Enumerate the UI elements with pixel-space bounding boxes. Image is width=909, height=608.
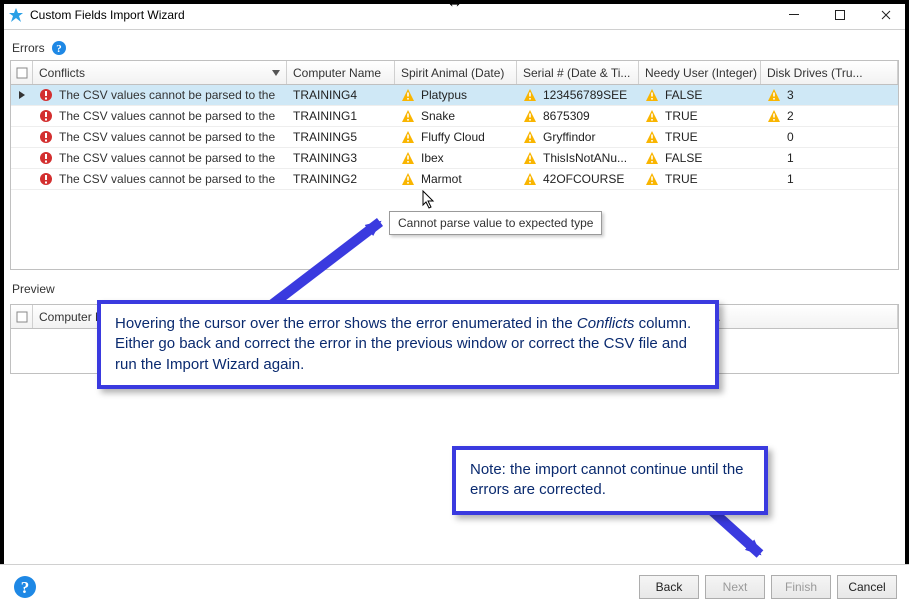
annotation-callout-2: Note: the import cannot continue until t… xyxy=(452,446,768,515)
errors-grid: Conflicts Computer Name Spirit Animal (D… xyxy=(10,60,899,270)
window-title: Custom Fields Import Wizard xyxy=(30,8,771,22)
table-row[interactable]: The CSV values cannot be parsed to theTR… xyxy=(11,127,898,148)
svg-text:?: ? xyxy=(56,43,62,55)
app-icon xyxy=(8,7,24,23)
close-button[interactable] xyxy=(863,0,909,30)
back-button[interactable]: Back xyxy=(639,575,699,599)
cell-needy: FALSE xyxy=(639,88,761,102)
cell-serial: 42OFCOURSE xyxy=(517,172,639,186)
column-header-disk[interactable]: Disk Drives (Tru... xyxy=(761,61,898,84)
cell-computer: TRAINING4 xyxy=(287,88,395,102)
maximize-button[interactable] xyxy=(817,0,863,30)
cell-spirit: Platypus xyxy=(395,88,517,102)
cell-spirit: Fluffy Cloud xyxy=(395,130,517,144)
cell-disk: 1 xyxy=(761,172,898,186)
minimize-button[interactable] xyxy=(771,0,817,30)
cell-needy: FALSE xyxy=(639,151,761,165)
row-selector-header[interactable] xyxy=(11,61,33,84)
annotation-callout-1: Hovering the cursor over the error shows… xyxy=(97,300,719,389)
cell-spirit: Marmot xyxy=(395,172,517,186)
table-row[interactable]: The CSV values cannot be parsed to theTR… xyxy=(11,148,898,169)
cell-serial: Gryffindor xyxy=(517,130,639,144)
cell-conflicts: The CSV values cannot be parsed to the xyxy=(33,130,287,144)
table-row[interactable]: The CSV values cannot be parsed to theTR… xyxy=(11,85,898,106)
column-header-spirit[interactable]: Spirit Animal (Date) xyxy=(395,61,517,84)
wizard-footer: ? Back Next Finish Cancel xyxy=(0,564,909,608)
table-row[interactable]: The CSV values cannot be parsed to theTR… xyxy=(11,169,898,190)
errors-help-icon[interactable]: ? xyxy=(51,40,67,56)
row-indicator xyxy=(11,91,33,99)
cell-needy: TRUE xyxy=(639,109,761,123)
preview-section-label: Preview xyxy=(12,282,55,296)
cell-needy: TRUE xyxy=(639,172,761,186)
cell-conflicts: The CSV values cannot be parsed to the xyxy=(33,172,287,186)
column-header-serial[interactable]: Serial # (Date & Ti... xyxy=(517,61,639,84)
cell-serial: ThisIsNotANu... xyxy=(517,151,639,165)
preview-row-selector-header[interactable] xyxy=(11,305,33,328)
cell-spirit: Snake xyxy=(395,109,517,123)
next-button[interactable]: Next xyxy=(705,575,765,599)
cell-serial: 123456789SEE xyxy=(517,88,639,102)
errors-section-label: Errors xyxy=(12,41,45,55)
cell-needy: TRUE xyxy=(639,130,761,144)
cell-disk: 2 xyxy=(761,109,898,123)
svg-text:?: ? xyxy=(21,578,30,597)
column-header-conflicts[interactable]: Conflicts xyxy=(33,61,287,84)
sort-arrow-icon xyxy=(272,70,280,76)
cell-disk: 0 xyxy=(761,130,898,144)
cell-disk: 3 xyxy=(761,88,898,102)
footer-help-icon[interactable]: ? xyxy=(12,574,38,600)
cell-conflicts: The CSV values cannot be parsed to the xyxy=(33,151,287,165)
current-row-arrow-icon xyxy=(19,91,25,99)
column-header-needy[interactable]: Needy User (Integer) xyxy=(639,61,761,84)
cell-computer: TRAINING2 xyxy=(287,172,395,186)
cell-computer: TRAINING5 xyxy=(287,130,395,144)
cell-conflicts: The CSV values cannot be parsed to the xyxy=(33,109,287,123)
cell-conflicts: The CSV values cannot be parsed to the xyxy=(33,88,287,102)
maximize-indicator: ↔ xyxy=(447,0,463,12)
cell-computer: TRAINING3 xyxy=(287,151,395,165)
cancel-button[interactable]: Cancel xyxy=(837,575,897,599)
cursor-icon xyxy=(422,190,438,210)
error-tooltip: Cannot parse value to expected type xyxy=(389,211,602,235)
cell-serial: 8675309 xyxy=(517,109,639,123)
cell-computer: TRAINING1 xyxy=(287,109,395,123)
table-row[interactable]: The CSV values cannot be parsed to theTR… xyxy=(11,106,898,127)
errors-grid-header: Conflicts Computer Name Spirit Animal (D… xyxy=(11,61,898,85)
cell-spirit: Ibex xyxy=(395,151,517,165)
cell-disk: 1 xyxy=(761,151,898,165)
column-header-computer[interactable]: Computer Name xyxy=(287,61,395,84)
finish-button[interactable]: Finish xyxy=(771,575,831,599)
